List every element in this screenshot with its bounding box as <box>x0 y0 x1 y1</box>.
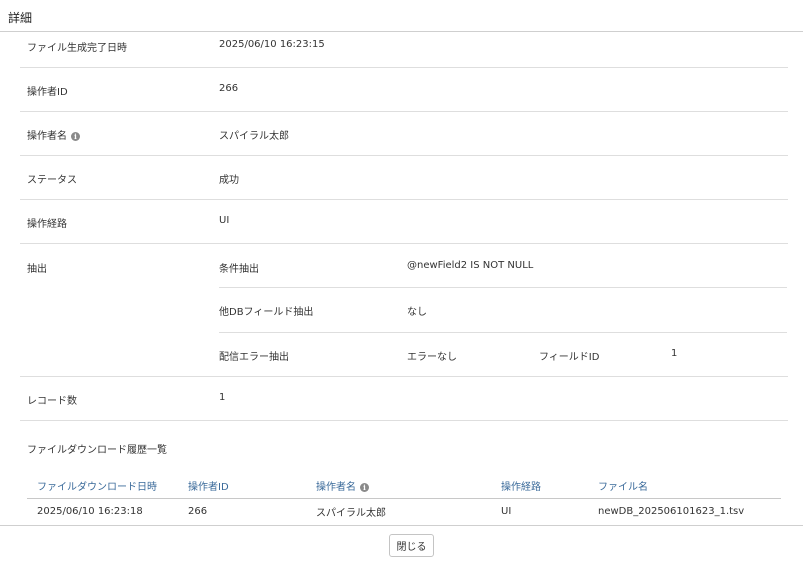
field-id-label: フィールドID <box>539 352 600 363</box>
close-button[interactable]: 閉じる <box>389 534 434 557</box>
info-icon[interactable]: i <box>360 482 369 492</box>
cell-download-datetime: 2025/06/10 16:23:18 <box>37 506 143 517</box>
detail-row-record-count: レコード数 1 <box>20 377 788 421</box>
detail-row-file-generated: ファイル生成完了日時 2025/06/10 16:23:15 <box>20 32 788 68</box>
detail-row-operator-id: 操作者ID 266 <box>20 68 788 112</box>
col-operator-id[interactable]: 操作者ID <box>188 474 316 499</box>
col-operator-name[interactable]: 操作者名 i <box>316 474 501 499</box>
delivery-error-value: エラーなし <box>407 352 457 363</box>
extraction-condition-row: 条件抽出 @newField2 IS NOT NULL <box>219 244 787 288</box>
route-label: 操作経路 <box>27 219 67 230</box>
col-operator-name-label: 操作者名 <box>316 482 356 494</box>
col-route[interactable]: 操作経路 <box>501 474 598 499</box>
file-generated-label: ファイル生成完了日時 <box>27 43 127 54</box>
operator-id-label: 操作者ID <box>27 87 68 98</box>
status-label: ステータス <box>27 175 77 186</box>
dialog-footer: 閉じる <box>0 525 803 562</box>
cell-operator-id: 266 <box>188 506 208 517</box>
dialog-title: 詳細 <box>8 11 33 25</box>
download-history-table: ファイルダウンロード日時 操作者ID 操作者名 i 操作経路 ファイル名 2025… <box>27 474 781 525</box>
status-value: 成功 <box>219 175 239 186</box>
operator-name-label: 操作者名 <box>27 131 67 142</box>
extraction-label: 抽出 <box>27 264 47 275</box>
file-generated-value: 2025/06/10 16:23:15 <box>219 39 325 50</box>
history-header-row: ファイルダウンロード日時 操作者ID 操作者名 i 操作経路 ファイル名 <box>27 474 781 499</box>
route-value: UI <box>219 215 230 226</box>
other-db-label: 他DBフィールド抽出 <box>219 307 314 318</box>
operator-id-value: 266 <box>219 83 239 94</box>
extraction-delivery-error-row: 配信エラー抽出 エラーなし フィールドID 1 <box>219 333 787 377</box>
operator-name-value: スパイラル太郎 <box>219 131 289 142</box>
detail-row-extraction: 抽出 条件抽出 @newField2 IS NOT NULL 他DBフィールド抽… <box>20 244 788 377</box>
other-db-value: なし <box>407 307 427 318</box>
table-row: 2025/06/10 16:23:18 266 スパイラル太郎 UI newDB… <box>27 498 781 525</box>
dialog-header: 詳細 <box>0 0 803 32</box>
detail-row-route: 操作経路 UI <box>20 200 788 244</box>
operator-name-label-group: 操作者名 i <box>27 127 80 142</box>
history-section-title: ファイルダウンロード履歴一覧 <box>27 445 167 456</box>
condition-value: @newField2 IS NOT NULL <box>407 260 534 271</box>
cell-file-name: newDB_202506101623_1.tsv <box>598 506 745 517</box>
extraction-other-db-row: 他DBフィールド抽出 なし <box>219 288 787 333</box>
col-download-datetime[interactable]: ファイルダウンロード日時 <box>27 474 188 499</box>
cell-route: UI <box>501 506 512 517</box>
delivery-error-label: 配信エラー抽出 <box>219 352 289 363</box>
field-id-value: 1 <box>671 348 678 359</box>
record-count-value: 1 <box>219 392 226 403</box>
detail-row-operator-name: 操作者名 i スパイラル太郎 <box>20 112 788 156</box>
cell-operator-name: スパイラル太郎 <box>316 508 386 519</box>
condition-label: 条件抽出 <box>219 264 259 275</box>
col-file-name[interactable]: ファイル名 <box>598 474 781 499</box>
record-count-label: レコード数 <box>27 396 77 407</box>
detail-row-status: ステータス 成功 <box>20 156 788 200</box>
info-icon[interactable]: i <box>71 131 80 141</box>
